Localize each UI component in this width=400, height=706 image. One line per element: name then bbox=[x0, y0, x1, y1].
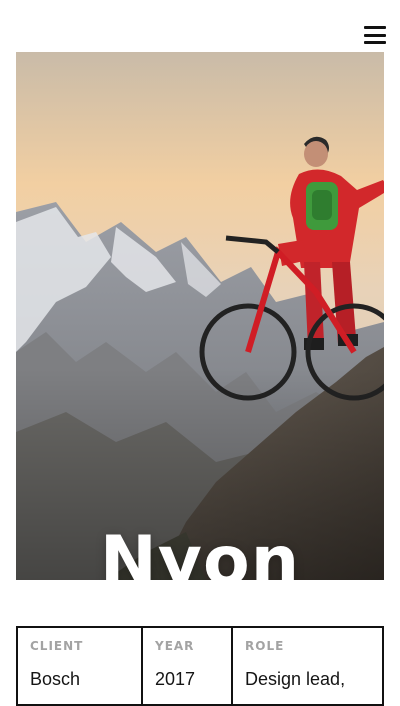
role-cell: ROLE Design lead, bbox=[231, 628, 382, 704]
year-cell: YEAR 2017 bbox=[141, 628, 231, 704]
client-value: Bosch bbox=[30, 669, 81, 689]
year-label: YEAR bbox=[155, 639, 195, 653]
project-title: Nyon bbox=[99, 522, 301, 580]
mountain-biker-photo bbox=[16, 52, 384, 580]
client-cell: CLIENT Bosch bbox=[18, 628, 141, 704]
year-value: 2017 bbox=[155, 669, 196, 689]
menu-bar bbox=[364, 41, 386, 44]
client-label: CLIENT bbox=[30, 639, 84, 653]
hero-image: Nyon bbox=[16, 52, 384, 580]
menu-bar bbox=[364, 33, 386, 37]
hamburger-menu-icon[interactable] bbox=[364, 24, 386, 46]
project-meta-table: CLIENT Bosch YEAR 2017 ROLE Design lead, bbox=[16, 626, 384, 706]
menu-bar bbox=[364, 26, 386, 29]
role-value: Design lead, bbox=[245, 669, 346, 689]
role-label: ROLE bbox=[245, 639, 285, 653]
